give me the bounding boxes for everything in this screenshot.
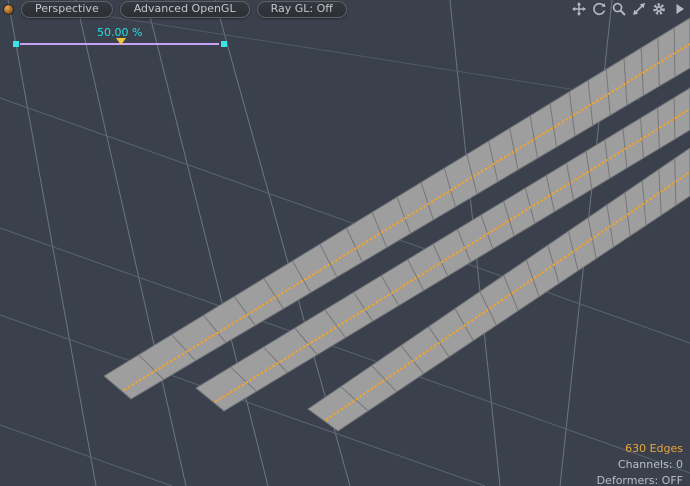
channels-label: Channels: 0 [617, 458, 683, 471]
viewport-status: 630 Edges Channels: 0 Deformers: OFF [597, 441, 683, 486]
viewport-corner-dot-icon[interactable] [3, 4, 14, 15]
viewport-toolbar: Perspective Advanced OpenGL Ray GL: Off [0, 1, 347, 18]
pan-icon[interactable] [572, 2, 586, 16]
shading-mode-button[interactable]: Advanced OpenGL [119, 1, 250, 18]
zoom-icon[interactable] [612, 2, 626, 16]
deformers-label: Deformers: OFF [596, 474, 683, 486]
viewport-canvas[interactable] [0, 0, 690, 486]
slider-left-handle[interactable] [13, 41, 19, 47]
settings-gear-icon[interactable] [652, 2, 666, 16]
maximize-icon[interactable] [632, 2, 646, 16]
viewport-nav-toolbar [572, 2, 686, 16]
flyout-arrow-icon[interactable] [672, 2, 686, 16]
slider-right-handle[interactable] [221, 41, 227, 47]
slider-marker-triangle-icon[interactable] [116, 38, 126, 45]
3d-viewport: Perspective Advanced OpenGL Ray GL: Off … [0, 0, 690, 486]
raygl-toggle-button[interactable]: Ray GL: Off [256, 1, 347, 18]
camera-view-button[interactable]: Perspective [21, 1, 113, 18]
edge-count-label: 630 Edges [625, 442, 683, 455]
orbit-icon[interactable] [592, 2, 606, 16]
